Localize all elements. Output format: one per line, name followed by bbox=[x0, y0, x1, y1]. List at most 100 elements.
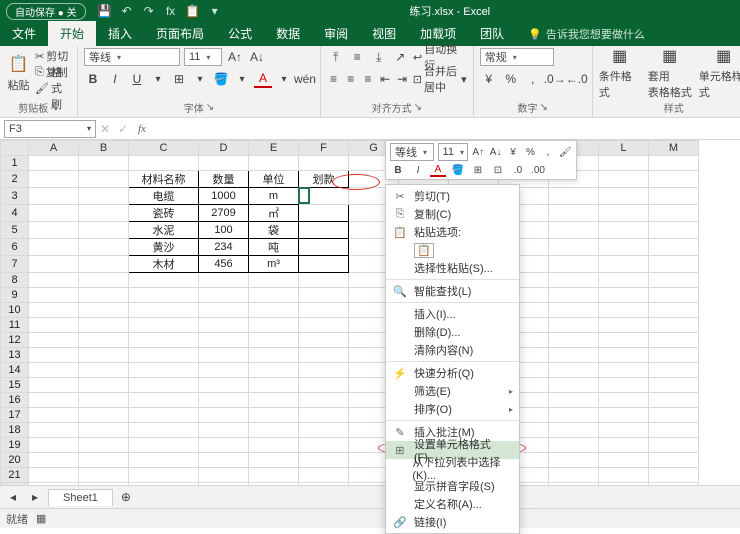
cell[interactable] bbox=[199, 468, 249, 483]
col-header[interactable]: M bbox=[649, 141, 699, 156]
cell[interactable]: 黄沙 bbox=[129, 239, 199, 256]
cell[interactable] bbox=[79, 453, 129, 468]
cell[interactable] bbox=[249, 273, 299, 288]
cell[interactable] bbox=[79, 468, 129, 483]
cell[interactable] bbox=[249, 303, 299, 318]
cell[interactable] bbox=[649, 348, 699, 363]
cell[interactable] bbox=[79, 288, 129, 303]
align-bottom[interactable]: ⤓ bbox=[370, 48, 388, 66]
cell[interactable] bbox=[79, 348, 129, 363]
cell[interactable] bbox=[199, 423, 249, 438]
cell[interactable] bbox=[199, 333, 249, 348]
cell[interactable] bbox=[649, 273, 699, 288]
row-header[interactable]: 20 bbox=[1, 453, 29, 468]
cell[interactable] bbox=[599, 318, 649, 333]
cell[interactable] bbox=[599, 288, 649, 303]
cell[interactable] bbox=[299, 408, 349, 423]
cell[interactable] bbox=[129, 303, 199, 318]
cell[interactable]: 木材 bbox=[129, 256, 199, 273]
cell[interactable] bbox=[549, 363, 599, 378]
cell[interactable] bbox=[79, 333, 129, 348]
cell[interactable] bbox=[29, 273, 79, 288]
save-icon[interactable]: 💾 bbox=[96, 3, 114, 19]
mini-border[interactable]: ⊞ bbox=[470, 163, 486, 177]
row-header[interactable]: 7 bbox=[1, 256, 29, 273]
dec-decimal[interactable]: ←.0 bbox=[568, 70, 586, 88]
cell[interactable] bbox=[299, 303, 349, 318]
cell[interactable] bbox=[199, 303, 249, 318]
cell[interactable] bbox=[79, 378, 129, 393]
paste-option[interactable]: 📋 bbox=[386, 241, 519, 259]
cell[interactable] bbox=[249, 408, 299, 423]
cell[interactable] bbox=[549, 453, 599, 468]
cancel-formula-icon[interactable]: ✕ bbox=[96, 120, 114, 138]
cell[interactable] bbox=[549, 188, 599, 205]
percent-button[interactable]: % bbox=[502, 70, 520, 88]
col-header[interactable]: B bbox=[79, 141, 129, 156]
mini-size-select[interactable]: 11▾ bbox=[438, 143, 468, 161]
sheet-nav-next[interactable]: ▸ bbox=[26, 488, 44, 506]
cell[interactable] bbox=[599, 468, 649, 483]
mini-merge[interactable]: ⊡ bbox=[490, 163, 506, 177]
cell[interactable] bbox=[299, 483, 349, 487]
cell[interactable] bbox=[549, 318, 599, 333]
cell[interactable] bbox=[299, 273, 349, 288]
indent-decrease[interactable]: ⇤ bbox=[378, 70, 391, 88]
cell[interactable] bbox=[129, 318, 199, 333]
underline-button[interactable]: U bbox=[128, 70, 146, 88]
cell[interactable] bbox=[249, 333, 299, 348]
cell[interactable] bbox=[549, 222, 599, 239]
cell[interactable] bbox=[599, 156, 649, 171]
tab-view[interactable]: 视图 bbox=[360, 21, 408, 46]
cell[interactable] bbox=[299, 288, 349, 303]
cell[interactable] bbox=[299, 453, 349, 468]
col-header[interactable]: E bbox=[249, 141, 299, 156]
cell[interactable] bbox=[249, 423, 299, 438]
undo-icon[interactable]: ↶ bbox=[118, 3, 136, 19]
cell[interactable] bbox=[199, 438, 249, 453]
cell[interactable] bbox=[199, 393, 249, 408]
cell[interactable]: ㎡ bbox=[249, 205, 299, 222]
cell[interactable] bbox=[599, 303, 649, 318]
cell[interactable] bbox=[599, 348, 649, 363]
cell[interactable] bbox=[649, 363, 699, 378]
menu-item[interactable]: ✂剪切(T) bbox=[386, 187, 519, 205]
cell[interactable] bbox=[299, 188, 309, 203]
cell[interactable] bbox=[599, 273, 649, 288]
menu-item[interactable]: ⎘复制(C) bbox=[386, 205, 519, 223]
cell[interactable] bbox=[249, 378, 299, 393]
cell[interactable] bbox=[649, 393, 699, 408]
cell[interactable] bbox=[129, 393, 199, 408]
dialog-launcher-icon[interactable]: ↘ bbox=[414, 102, 422, 113]
cell[interactable] bbox=[79, 483, 129, 487]
italic-button[interactable]: I bbox=[106, 70, 124, 88]
cell[interactable] bbox=[129, 363, 199, 378]
col-header[interactable]: C bbox=[129, 141, 199, 156]
cell[interactable] bbox=[599, 205, 649, 222]
cell[interactable] bbox=[79, 438, 129, 453]
tab-home[interactable]: 开始 bbox=[48, 21, 96, 46]
redo-icon[interactable]: ↷ bbox=[140, 3, 158, 19]
mini-painter-icon[interactable]: 🖌 bbox=[559, 145, 572, 159]
row-header[interactable]: 11 bbox=[1, 318, 29, 333]
number-format-select[interactable]: 常规▾ bbox=[480, 48, 554, 66]
cell[interactable] bbox=[249, 363, 299, 378]
cell[interactable] bbox=[549, 348, 599, 363]
cut-button[interactable]: ✂剪切 bbox=[35, 48, 71, 64]
cell[interactable] bbox=[599, 483, 649, 487]
cell[interactable] bbox=[599, 171, 649, 188]
cell[interactable] bbox=[299, 222, 349, 239]
cell[interactable] bbox=[299, 239, 349, 256]
cell[interactable] bbox=[29, 348, 79, 363]
cell[interactable] bbox=[649, 171, 699, 188]
increase-font-icon[interactable]: A↑ bbox=[226, 48, 244, 66]
cell[interactable] bbox=[649, 378, 699, 393]
cell[interactable] bbox=[549, 205, 599, 222]
font-select[interactable]: 等线▾ bbox=[84, 48, 180, 66]
cell[interactable] bbox=[299, 333, 349, 348]
cell[interactable] bbox=[129, 273, 199, 288]
cell[interactable] bbox=[29, 378, 79, 393]
cell[interactable]: 水泥 bbox=[129, 222, 199, 239]
col-header[interactable]: F bbox=[299, 141, 349, 156]
row-header[interactable]: 12 bbox=[1, 333, 29, 348]
